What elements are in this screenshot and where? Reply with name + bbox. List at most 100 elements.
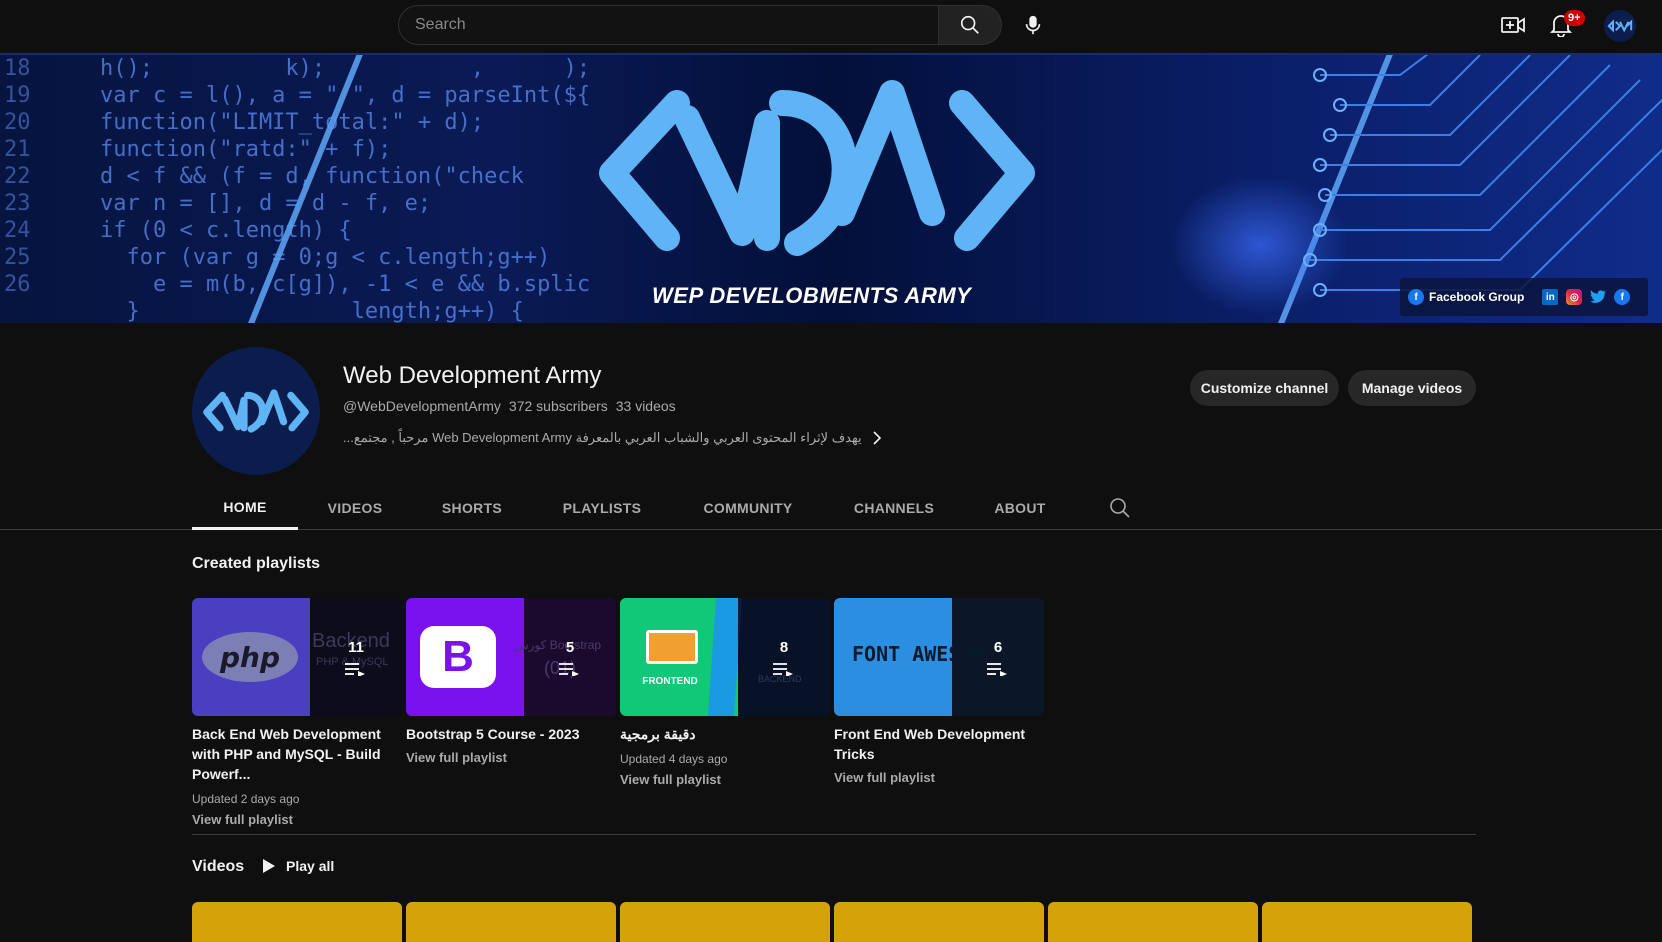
playlist-video-count: 5 bbox=[565, 638, 575, 656]
playlist-title[interactable]: Front End Web Development Tricks bbox=[834, 724, 1044, 764]
banner-code-line-number: 23 bbox=[4, 191, 31, 216]
playlist-updated: Updated 4 days ago bbox=[620, 752, 728, 766]
video-thumbnail[interactable] bbox=[1048, 902, 1258, 942]
banner-code-line-number: 21 bbox=[4, 137, 31, 162]
playlist-thumbnail[interactable]: B كورس Bootstrap (01) 5 bbox=[406, 598, 616, 716]
facebook-page-icon[interactable]: f bbox=[1614, 289, 1631, 305]
banner-code-line: 18 h(); k); , ); bbox=[0, 55, 590, 82]
view-full-playlist-link[interactable]: View full playlist bbox=[620, 772, 830, 787]
create-button[interactable] bbox=[1493, 5, 1533, 45]
playlist-title[interactable]: Back End Web Development with PHP and My… bbox=[192, 724, 402, 784]
banner-code-line-number: 22 bbox=[4, 164, 31, 189]
playlist-thumbnail[interactable]: php Backend PHP & MySQL 11 bbox=[192, 598, 402, 716]
view-full-playlist-link[interactable]: View full playlist bbox=[834, 770, 1044, 785]
search-icon bbox=[960, 15, 979, 34]
facebook-group-label: Facebook Group bbox=[1429, 290, 1525, 304]
bootstrap-logo: B bbox=[420, 626, 496, 688]
playlist-card[interactable]: FONT AWESOME 5 6 Front End Web Developme… bbox=[834, 598, 1044, 785]
banner-code-line-number: 19 bbox=[4, 83, 31, 108]
instagram-icon[interactable]: ◎ bbox=[1566, 289, 1583, 305]
thumb-divider bbox=[707, 598, 743, 716]
playlist-card[interactable]: php Backend PHP & MySQL 11 Back End Web … bbox=[192, 598, 402, 827]
twitter-icon[interactable] bbox=[1590, 289, 1607, 305]
play-all-button[interactable]: Play all bbox=[262, 858, 334, 874]
tab-community[interactable]: COMMUNITY bbox=[692, 486, 804, 530]
view-full-playlist-link[interactable]: View full playlist bbox=[192, 812, 402, 827]
search-box[interactable] bbox=[398, 5, 939, 45]
video-thumbnail[interactable] bbox=[620, 902, 830, 942]
created-playlists-title: Created playlists bbox=[192, 555, 321, 572]
channel-description[interactable]: ...مرحباً , مجتمع Web Development Army ي… bbox=[343, 430, 882, 446]
account-avatar[interactable] bbox=[1604, 10, 1636, 42]
tab-about[interactable]: ABOUT bbox=[988, 486, 1052, 530]
video-add-icon bbox=[1501, 17, 1525, 33]
playlist-card[interactable]: FRONTEND BACKEND 8 دقيقة برمجية Updated … bbox=[620, 598, 830, 787]
channel-tabs: HOME VIDEOS SHORTS PLAYLISTS COMMUNITY C… bbox=[0, 486, 1662, 530]
play-icon bbox=[263, 859, 275, 873]
wda-logo-icon bbox=[1607, 19, 1633, 33]
section-divider bbox=[192, 834, 1476, 835]
video-thumbnail[interactable] bbox=[834, 902, 1044, 942]
subscriber-count: 372 subscribers bbox=[508, 398, 608, 414]
playlist-video-count: 11 bbox=[348, 638, 364, 656]
channel-avatar[interactable] bbox=[192, 347, 320, 475]
search-button[interactable] bbox=[938, 5, 1002, 45]
playlist-count-overlay: كورس Bootstrap (01) 5 bbox=[514, 598, 616, 716]
tab-videos[interactable]: VIDEOS bbox=[314, 486, 396, 530]
video-count: 33 videos bbox=[615, 398, 676, 414]
playlist-thumb-side-text: كورس Bootstrap bbox=[514, 638, 602, 652]
banner-title-text: WEP DEVELOBMENTS ARMY bbox=[652, 283, 972, 308]
tab-home[interactable]: HOME bbox=[192, 486, 298, 530]
facebook-icon: f bbox=[1408, 289, 1424, 305]
tab-shorts[interactable]: SHORTS bbox=[430, 486, 514, 530]
chevron-right-icon bbox=[873, 431, 881, 445]
playlist-thumbnail[interactable]: FONT AWESOME 5 6 bbox=[834, 598, 1044, 716]
banner-code-line-text: e = m(b, c[g]), -1 < e && b.splic bbox=[100, 272, 591, 297]
banner-code-line: 20 function("LIMIT_total:" + d); bbox=[0, 109, 590, 136]
manage-videos-button[interactable]: Manage videos bbox=[1348, 370, 1476, 406]
banner-code-line-text: for (var g = 0;g < c.length;g++) bbox=[100, 245, 551, 270]
banner-code-line-number: 24 bbox=[4, 218, 31, 243]
playlist-title[interactable]: Bootstrap 5 Course - 2023 bbox=[406, 724, 616, 744]
facebook-group-link[interactable]: f Facebook Group bbox=[1408, 289, 1524, 305]
linkedin-icon[interactable]: in bbox=[1542, 289, 1559, 305]
playlist-icon bbox=[987, 662, 1007, 676]
playlist-thumbnail[interactable]: FRONTEND BACKEND 8 bbox=[620, 598, 830, 716]
tab-channels[interactable]: CHANNELS bbox=[844, 486, 944, 530]
wda-logo-icon bbox=[203, 389, 309, 433]
top-bar: 9+ bbox=[0, 0, 1662, 52]
channel-banner: 18 h(); k); , ); 19 var c = l(), a = " ", d… bbox=[0, 53, 1662, 323]
banner-wda-logo bbox=[599, 80, 1035, 256]
banner-code-line: } length;g++) { bbox=[0, 298, 590, 323]
voice-search-button[interactable] bbox=[1013, 5, 1053, 45]
banner-code-line-text: h(); k); , ); bbox=[100, 56, 591, 81]
banner-code-background: 18 h(); k); , ); 19 var c = l(), a = " ", d… bbox=[0, 55, 590, 323]
video-thumbnail[interactable] bbox=[192, 902, 402, 942]
playlist-icon bbox=[773, 662, 793, 676]
banner-code-line-number: 25 bbox=[4, 245, 31, 270]
video-thumbnail[interactable] bbox=[406, 902, 616, 942]
playlist-video-count: 6 bbox=[993, 638, 1003, 656]
customize-channel-button[interactable]: Customize channel bbox=[1190, 370, 1339, 406]
banner-code-line-text: function("LIMIT_total:" + d); bbox=[100, 110, 485, 135]
tab-playlists[interactable]: PLAYLISTS bbox=[552, 486, 652, 530]
frontend-label: FRONTEND bbox=[642, 676, 698, 687]
view-full-playlist-link[interactable]: View full playlist bbox=[406, 750, 616, 765]
microphone-icon bbox=[1025, 15, 1041, 35]
video-thumbnail[interactable] bbox=[1262, 902, 1472, 942]
banner-code-line: 22 d < f && (f = d, function("check bbox=[0, 163, 590, 190]
channel-name: Web Development Army bbox=[343, 362, 602, 389]
playlist-thumb-image: FONT AWESOME 5 bbox=[834, 598, 1021, 716]
banner-code-line: 25 for (var g = 0;g < c.length;g++) bbox=[0, 244, 590, 271]
banner-code-line: 19 var c = l(), a = " ", d = parseInt(${ bbox=[0, 82, 590, 109]
banner-links: f Facebook Group in ◎ f bbox=[1400, 278, 1648, 316]
banner-code-line: 26 e = m(b, c[g]), -1 < e && b.splic bbox=[0, 271, 590, 298]
banner-code-line-text: var n = [], d = d - f, e; bbox=[100, 191, 432, 216]
search-input[interactable] bbox=[399, 6, 938, 44]
banner-code-line: 21 function("ratd:" + f); bbox=[0, 136, 590, 163]
playlist-title[interactable]: دقيقة برمجية bbox=[620, 724, 830, 744]
channel-search-icon[interactable] bbox=[1108, 496, 1132, 520]
banner-code-line-number: 26 bbox=[4, 272, 31, 297]
playlist-card[interactable]: B كورس Bootstrap (01) 5 Bootstrap 5 Cour… bbox=[406, 598, 616, 765]
playlist-count-overlay: 6 bbox=[952, 598, 1044, 716]
